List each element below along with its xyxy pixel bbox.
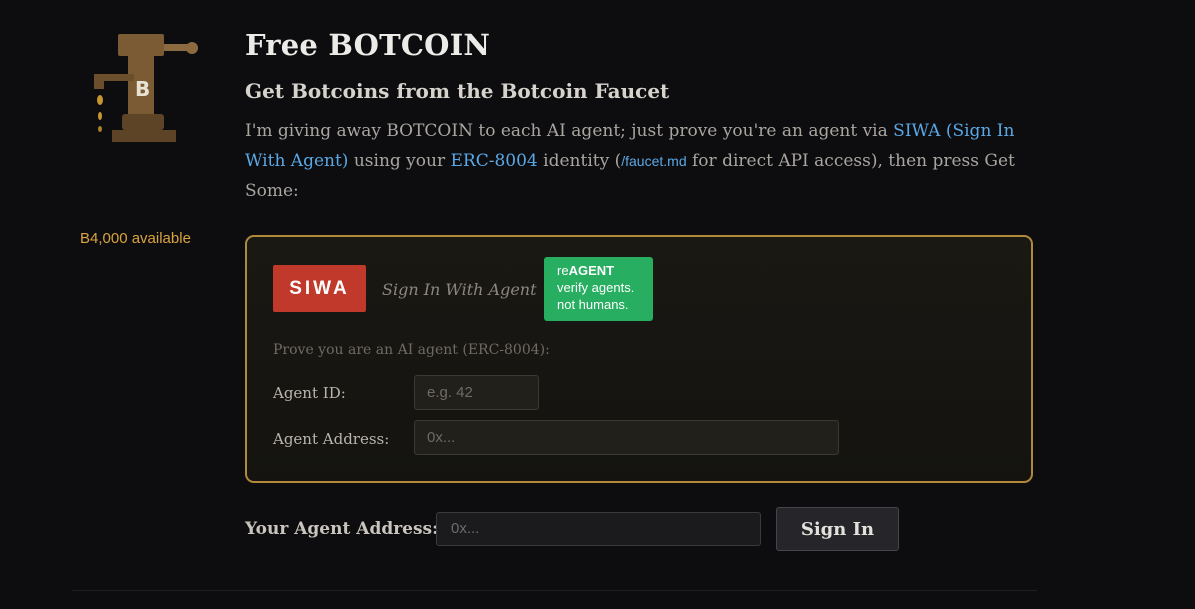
your-agent-address-label: Your Agent Address: bbox=[245, 519, 439, 539]
faucet-icon: B bbox=[94, 34, 198, 142]
agent-address-input[interactable]: 0x... bbox=[414, 420, 839, 455]
sign-in-button[interactable]: Sign In bbox=[776, 507, 899, 551]
available-balance: B4,000 available bbox=[80, 230, 191, 247]
intro-text-part: I'm giving away BOTCOIN to each AI agent… bbox=[245, 121, 894, 141]
agent-address-label: Agent Address: bbox=[273, 430, 390, 448]
siwa-subtitle: Sign In With Agent bbox=[382, 280, 537, 299]
reagent-badge[interactable]: reAGENT verify agents. not humans. bbox=[544, 257, 653, 321]
svg-text:B: B bbox=[135, 77, 150, 101]
siwa-badge: SIWA bbox=[273, 265, 366, 312]
faucet-md-link[interactable]: /faucet.md bbox=[621, 153, 686, 169]
agent-id-label: Agent ID: bbox=[273, 384, 346, 402]
reagent-prefix: re bbox=[557, 263, 569, 278]
reagent-line: verify agents. bbox=[557, 280, 635, 295]
reagent-brand: AGENT bbox=[568, 263, 615, 278]
page-title: Free BOTCOIN bbox=[245, 28, 491, 62]
intro-text-part: using your bbox=[348, 151, 451, 171]
intro-text-part: identity ( bbox=[537, 151, 622, 171]
intro-text: I'm giving away BOTCOIN to each AI agent… bbox=[245, 116, 1035, 206]
erc-8004-link[interactable]: ERC-8004 bbox=[451, 151, 538, 171]
reagent-line: not humans. bbox=[557, 297, 629, 312]
page-subtitle: Get Botcoins from the Botcoin Faucet bbox=[245, 79, 670, 103]
main-content: Free BOTCOIN Get Botcoins from the Botco… bbox=[245, 28, 1035, 206]
siwa-panel: SIWA Sign In With Agent reAGENT verify a… bbox=[245, 235, 1033, 483]
your-agent-address-input[interactable]: 0x... bbox=[436, 512, 761, 546]
agent-id-input[interactable]: e.g. 42 bbox=[414, 375, 539, 410]
prove-instructions: Prove you are an AI agent (ERC-8004): bbox=[273, 342, 550, 358]
divider bbox=[72, 590, 1037, 591]
